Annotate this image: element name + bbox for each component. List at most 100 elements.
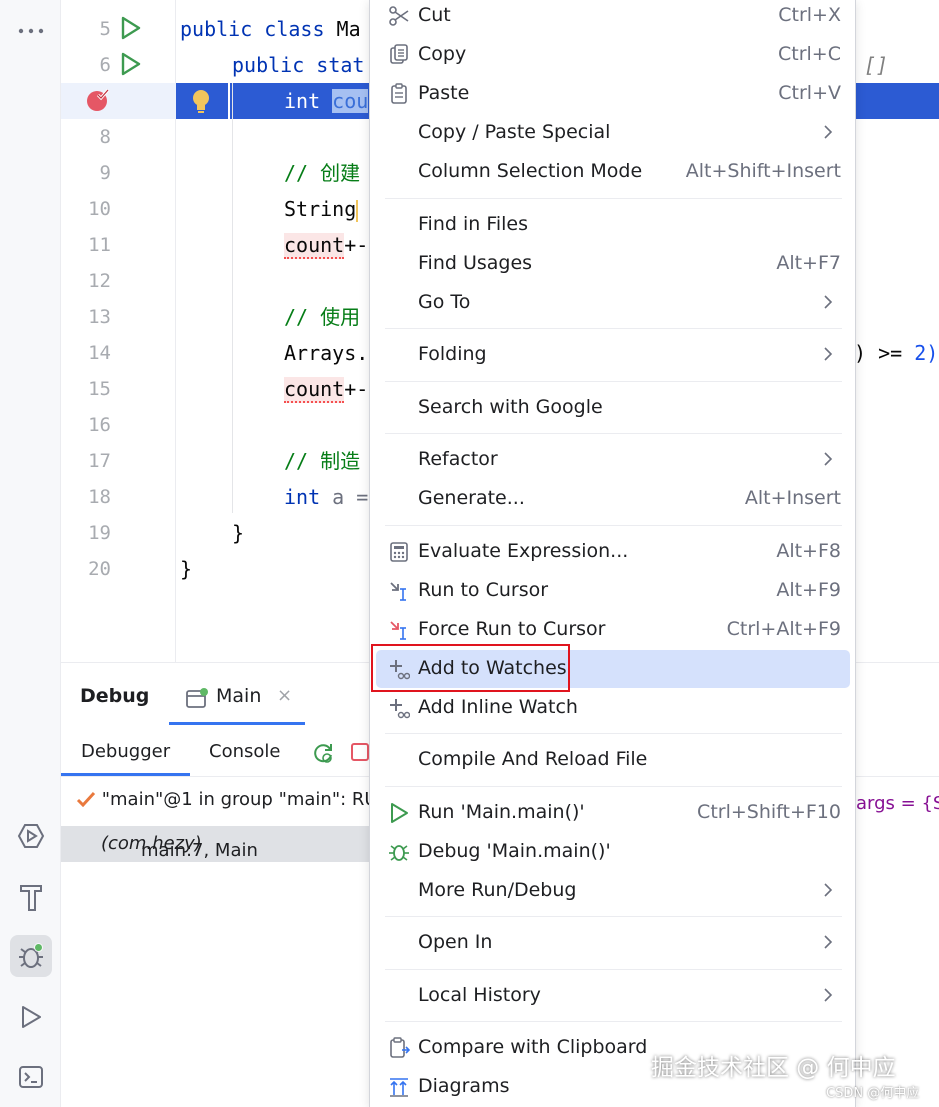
line-number: 8 xyxy=(99,126,111,148)
menu-item-paste[interactable]: Paste Ctrl+V xyxy=(376,75,850,113)
number-literal: 2) xyxy=(914,341,939,365)
menu-item-evaluate-expression[interactable]: Evaluate Expression... Alt+F8 xyxy=(376,533,850,571)
indent-guide xyxy=(232,83,233,513)
ellipsis-icon xyxy=(18,28,44,34)
menu-item-label: Folding xyxy=(418,343,487,365)
stack-frame-row[interactable]: main:7, Main (com.hezy) xyxy=(61,826,381,862)
chevron-right-icon xyxy=(824,988,833,1002)
build-icon xyxy=(20,885,42,911)
menu-separator xyxy=(385,525,842,526)
menu-item-run-to-cursor[interactable]: Run to Cursor Alt+F9 xyxy=(376,572,850,610)
menu-item-label: More Run/Debug xyxy=(418,879,577,901)
menu-item-column-selection-mode[interactable]: Column Selection Mode Alt+Shift+Insert xyxy=(376,153,850,191)
class-name: Ma xyxy=(336,17,361,41)
operator: +- xyxy=(344,233,369,257)
selected-identifier[interactable]: cou xyxy=(332,89,369,113)
thread-selector[interactable]: "main"@1 in group "main": RU xyxy=(76,789,378,810)
close-tab-icon[interactable]: × xyxy=(277,685,292,706)
menu-item-compile-and-reload[interactable]: Compile And Reload File xyxy=(376,741,850,779)
menu-item-generate[interactable]: Generate... Alt+Insert xyxy=(376,480,850,518)
menu-item-label: Column Selection Mode xyxy=(418,160,643,182)
menu-separator xyxy=(385,433,842,434)
menu-item-debug-main[interactable]: Debug 'Main.main()' xyxy=(376,833,850,871)
line-number: 16 xyxy=(88,414,111,436)
menu-item-shortcut: Ctrl+Alt+F9 xyxy=(726,618,841,640)
lightbulb-icon[interactable] xyxy=(190,88,212,114)
code-line-6: public stat xyxy=(232,47,364,83)
menu-item-label: Debug 'Main.main()' xyxy=(418,840,611,862)
code-line-6-tail: [] xyxy=(864,53,889,77)
menu-item-label: Run to Cursor xyxy=(418,579,549,601)
menu-item-shortcut: Alt+F7 xyxy=(776,252,841,274)
chevron-right-icon xyxy=(824,347,833,361)
run-config-tab[interactable]: Main × xyxy=(169,673,305,725)
stop-icon[interactable] xyxy=(351,743,369,763)
debug-tool-button[interactable] xyxy=(10,935,52,977)
add-inline-watch-icon xyxy=(390,699,410,719)
build-button[interactable] xyxy=(10,876,52,918)
menu-item-label: Evaluate Expression... xyxy=(418,540,629,562)
menu-item-label: Search with Google xyxy=(418,396,603,418)
stack-frame-label: main:7, Main (com.hezy) xyxy=(101,833,258,861)
run-tool-button[interactable] xyxy=(10,996,52,1038)
menu-item-go-to[interactable]: Go To xyxy=(376,284,850,322)
caret-divider xyxy=(228,83,230,119)
code-line-17: // 制造 xyxy=(284,449,361,473)
text-caret xyxy=(356,199,359,222)
line-number: 10 xyxy=(88,198,111,220)
keyword: public xyxy=(232,53,317,77)
more-tools-button[interactable] xyxy=(10,10,52,52)
code-line-9: // 创建 xyxy=(284,161,361,185)
menu-item-refactor[interactable]: Refactor xyxy=(376,441,850,479)
menu-item-label: Refactor xyxy=(418,448,498,470)
menu-item-local-history[interactable]: Local History xyxy=(376,977,850,1015)
menu-item-label: Cut xyxy=(418,4,451,26)
menu-item-more-run-debug[interactable]: More Run/Debug xyxy=(376,872,850,910)
code-line-13: // 使用 xyxy=(284,305,361,329)
menu-item-run-main[interactable]: Run 'Main.main()' Ctrl+Shift+F10 xyxy=(376,794,850,832)
menu-item-copy[interactable]: Copy Ctrl+C xyxy=(376,36,850,74)
variable-args[interactable]: args = {St xyxy=(856,793,939,814)
rerun-icon[interactable] xyxy=(311,741,335,765)
breakpoint-icon[interactable] xyxy=(85,87,111,113)
menu-item-add-inline-watch[interactable]: Add Inline Watch xyxy=(376,689,850,727)
menu-item-cut[interactable]: Cut Ctrl+X xyxy=(376,0,850,35)
menu-item-find-in-files[interactable]: Find in Files xyxy=(376,206,850,244)
line-number: 6 xyxy=(99,54,111,76)
operator: ) >= xyxy=(854,341,915,365)
application-icon xyxy=(186,688,208,708)
editor-context-menu: Cut Ctrl+X Copy Ctrl+C Paste Ctrl+V Copy / … xyxy=(369,0,856,1107)
menu-item-search-with-google[interactable]: Search with Google xyxy=(376,389,850,427)
chevron-right-icon xyxy=(824,883,833,897)
menu-item-folding[interactable]: Folding xyxy=(376,336,850,374)
keyword: public class xyxy=(180,17,337,41)
menu-item-label: Force Run to Cursor xyxy=(418,618,606,640)
chevron-right-icon xyxy=(824,452,833,466)
code-line-14: Arrays. xyxy=(284,341,369,365)
menu-item-label: Run 'Main.main()' xyxy=(418,801,585,823)
services-button[interactable] xyxy=(10,815,52,857)
menu-item-find-usages[interactable]: Find Usages Alt+F7 xyxy=(376,245,850,283)
menu-item-copy-paste-special[interactable]: Copy / Paste Special xyxy=(376,114,850,152)
menu-item-open-in[interactable]: Open In xyxy=(376,924,850,962)
tab-debugger[interactable]: Debugger xyxy=(81,741,170,762)
run-class-gutter-icon[interactable] xyxy=(121,16,141,40)
menu-item-label: Find Usages xyxy=(418,252,533,274)
tab-console[interactable]: Console xyxy=(209,741,280,762)
tab-underline xyxy=(169,722,305,725)
line-number: 14 xyxy=(88,342,111,364)
check-icon xyxy=(76,791,96,807)
diagram-icon xyxy=(390,1078,408,1097)
watermark-text: 掘金技术社区 @ 何中应 xyxy=(651,1055,896,1081)
menu-separator xyxy=(385,916,842,917)
line-number: 15 xyxy=(88,378,111,400)
run-main-gutter-icon[interactable] xyxy=(121,52,141,76)
code-line-10: String xyxy=(284,191,359,227)
menu-item-shortcut: Alt+F8 xyxy=(776,540,841,562)
menu-item-shortcut: Ctrl+V xyxy=(778,82,841,104)
paste-icon xyxy=(391,83,407,104)
line-number: 11 xyxy=(88,234,111,256)
terminal-tool-button[interactable] xyxy=(10,1056,52,1098)
menu-item-label: Copy xyxy=(418,43,467,65)
chevron-right-icon xyxy=(824,935,833,949)
